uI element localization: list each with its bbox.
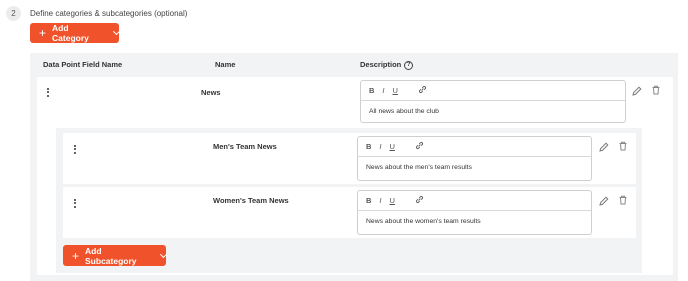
bold-button[interactable]: B [366, 142, 371, 151]
pencil-icon[interactable] [631, 85, 643, 97]
category-editor-page: 2 Define categories & subcategories (opt… [0, 0, 688, 281]
question-circle-icon[interactable]: ? [404, 60, 414, 70]
trash-icon[interactable] [617, 140, 629, 152]
editor-toolbar: B I U [358, 191, 591, 211]
subcategory-name: Women's Team News [213, 196, 289, 205]
category-description-text: All news about the club [369, 108, 439, 115]
bold-button[interactable]: B [369, 86, 374, 95]
trash-icon[interactable] [650, 84, 662, 96]
editor-toolbar: B I U [361, 81, 625, 101]
header-name: Name [215, 60, 236, 69]
add-category-button[interactable]: + Add Category [30, 23, 121, 43]
underline-button[interactable]: U [390, 142, 395, 151]
underline-button[interactable]: U [393, 86, 398, 95]
kebab-icon[interactable] [74, 199, 76, 208]
kebab-icon[interactable] [47, 88, 49, 97]
step-title: Define categories & subcategories (optio… [30, 9, 188, 18]
category-description-editor[interactable]: B I U All news about the club [360, 80, 626, 123]
underline-button[interactable]: U [390, 196, 395, 205]
subcategory-description-editor[interactable]: B I U News about the men's team results [357, 136, 592, 181]
plus-icon: + [72, 248, 80, 263]
italic-button[interactable]: I [379, 196, 381, 205]
chevron-down-icon [113, 28, 121, 35]
trash-icon[interactable] [617, 194, 629, 206]
italic-button[interactable]: I [379, 142, 381, 151]
subcategory-name: Men's Team News [213, 142, 277, 151]
header-field-name: Data Point Field Name [43, 60, 123, 69]
category-name: News [201, 88, 221, 97]
step-number-badge: 2 [6, 6, 21, 21]
subcategory-description-text: News about the women's team results [366, 218, 481, 225]
bold-button[interactable]: B [366, 196, 371, 205]
link-icon[interactable] [415, 141, 424, 152]
subcategory-description-editor[interactable]: B I U News about the women's team result… [357, 190, 592, 235]
italic-button[interactable]: I [382, 86, 384, 95]
add-subcategory-label: Add Subcategory [85, 245, 137, 266]
kebab-icon[interactable] [74, 145, 76, 154]
pencil-icon[interactable] [598, 195, 610, 207]
header-description-label: Description [360, 60, 402, 69]
link-icon[interactable] [415, 195, 424, 206]
subcategory-description-text: News about the men's team results [366, 164, 472, 171]
plus-icon: + [39, 26, 47, 40]
add-category-label: Add Category [52, 23, 89, 43]
link-icon[interactable] [418, 85, 427, 96]
header-description: Description? [360, 60, 414, 70]
editor-toolbar: B I U [358, 137, 591, 157]
pencil-icon[interactable] [598, 141, 610, 153]
add-subcategory-button[interactable]: + Add Subcategory [63, 245, 168, 266]
